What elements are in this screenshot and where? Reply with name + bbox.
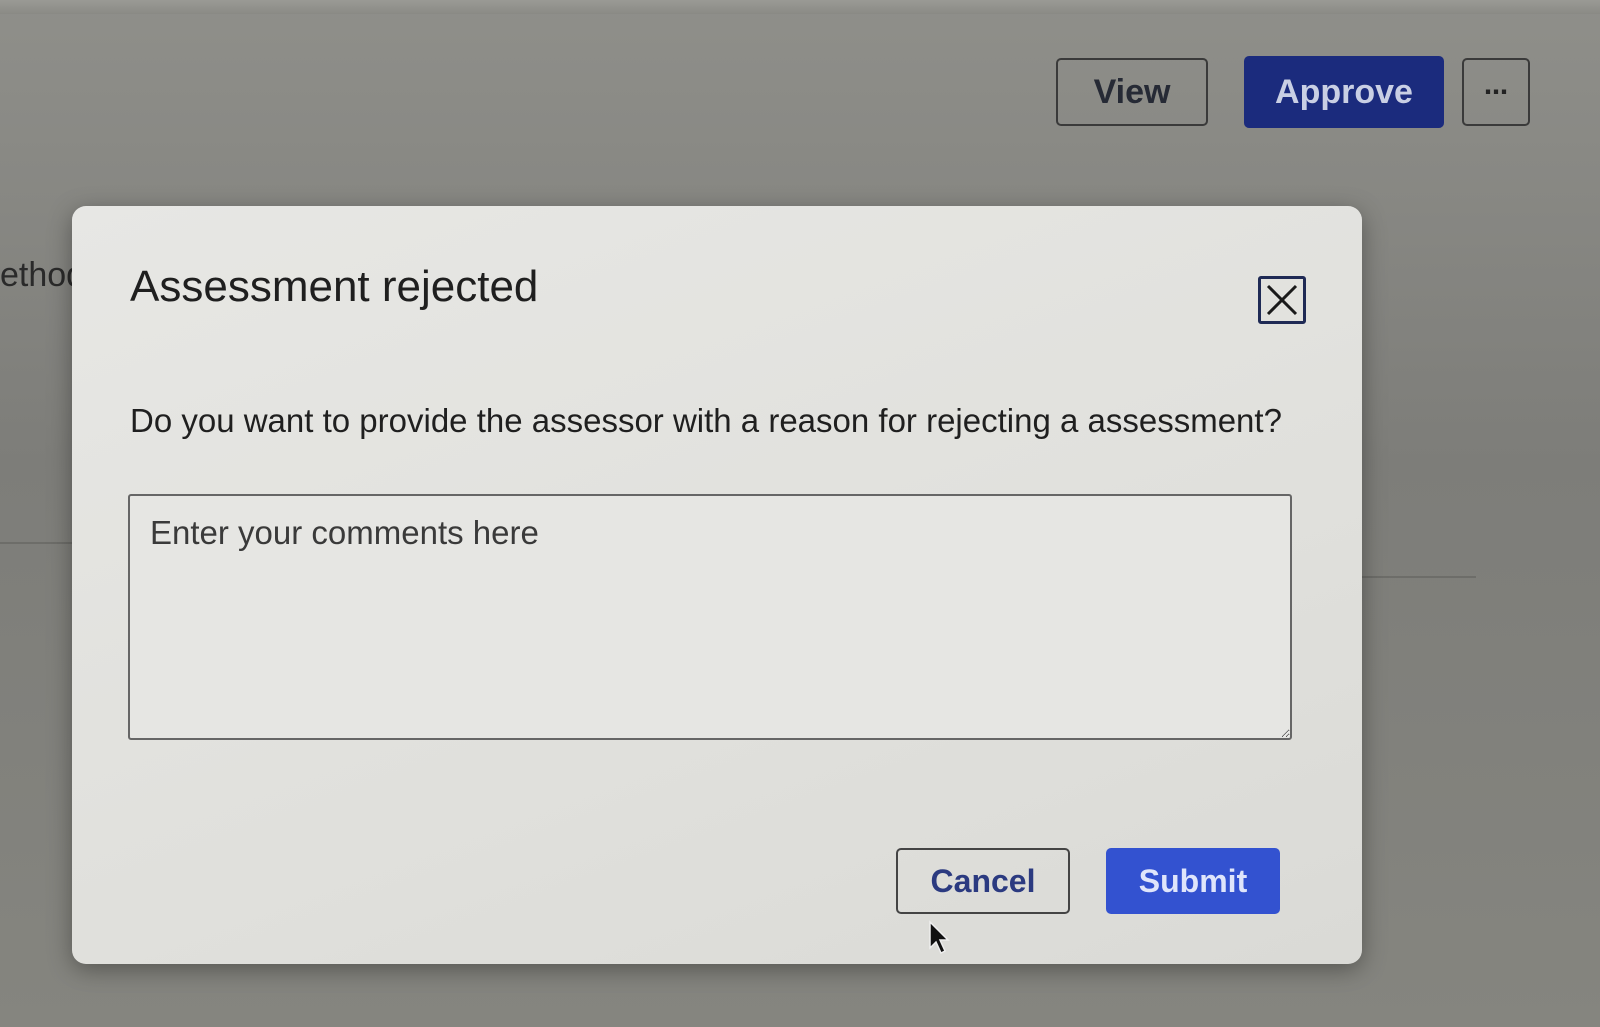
submit-button[interactable]: Submit <box>1106 848 1280 914</box>
background-divider <box>1362 576 1476 578</box>
background-divider <box>0 542 74 544</box>
dialog-question: Do you want to provide the assessor with… <box>130 402 1282 439</box>
more-options-button[interactable]: ⋯ <box>1462 58 1530 126</box>
dialog-title: Assessment rejected <box>130 262 539 311</box>
assessment-rejected-dialog: Assessment rejected Do you want to provi… <box>72 206 1362 964</box>
close-icon <box>1266 284 1298 316</box>
dialog-actions: Cancel Submit <box>896 848 1280 914</box>
top-edge <box>0 0 1600 14</box>
mouse-cursor-icon <box>929 920 950 955</box>
view-button[interactable]: View <box>1056 58 1208 126</box>
background-partial-label: ethod <box>0 256 76 294</box>
close-button[interactable] <box>1258 276 1306 324</box>
comments-textarea[interactable] <box>128 494 1292 740</box>
more-options-icon: ⋯ <box>1484 78 1508 106</box>
cancel-button[interactable]: Cancel <box>896 848 1070 914</box>
approve-button[interactable]: Approve <box>1244 56 1444 128</box>
page-toolbar: View Approve ⋯ <box>1056 56 1530 128</box>
